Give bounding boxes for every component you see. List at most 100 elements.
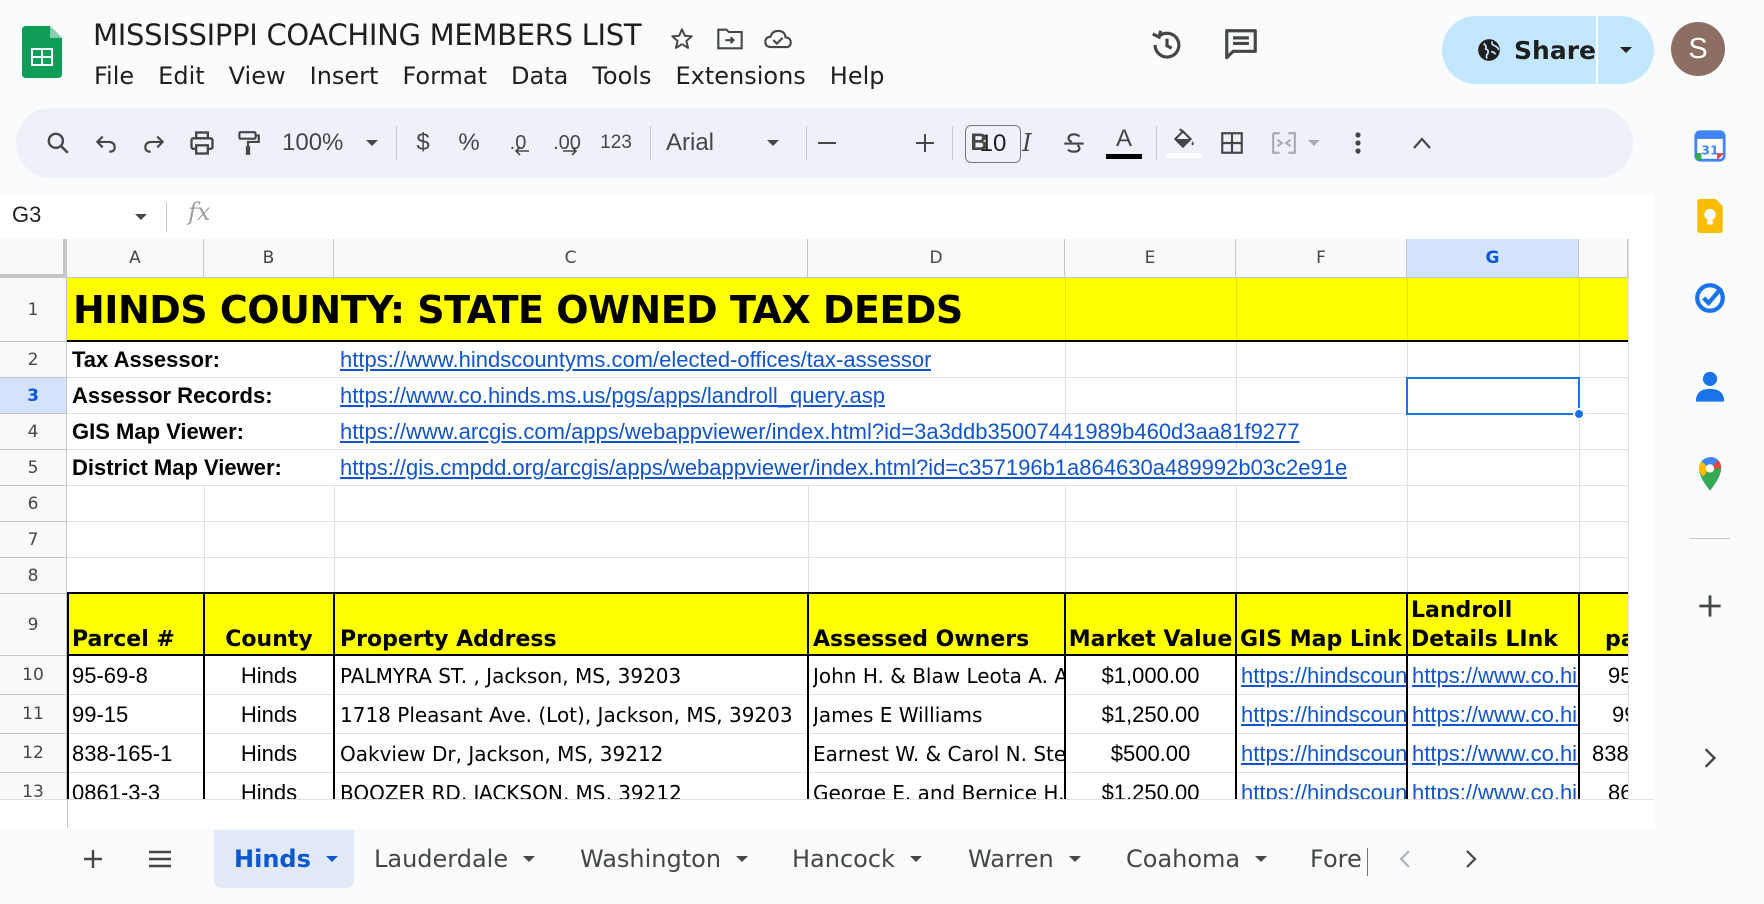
select-all-corner[interactable] bbox=[0, 239, 67, 278]
link-district-map[interactable]: https://gis.cmpdd.org/arcgis/apps/webapp… bbox=[340, 450, 1347, 486]
get-addons-icon[interactable] bbox=[1688, 584, 1732, 628]
column-header-b[interactable]: B bbox=[204, 239, 334, 278]
cell-details-link[interactable]: https://www.co.hinds bbox=[1412, 656, 1578, 695]
cell-address[interactable]: Oakview Dr, Jackson, MS, 39212 bbox=[340, 734, 806, 773]
tab-hancock[interactable]: Hancock bbox=[792, 830, 923, 888]
link-label-tax-assessor[interactable]: Tax Assessor: bbox=[72, 342, 220, 378]
cell-county[interactable]: Hinds bbox=[204, 695, 334, 734]
column-header-c[interactable]: C bbox=[334, 239, 808, 278]
sheets-logo-icon[interactable] bbox=[22, 26, 62, 78]
row-header-12[interactable]: 12 bbox=[0, 734, 67, 773]
cell-col-h[interactable]: 86 bbox=[1608, 773, 1628, 800]
header-property-address[interactable]: Property Address bbox=[340, 622, 557, 656]
row-header-4[interactable]: 4 bbox=[0, 414, 67, 450]
format-percent-button[interactable]: % bbox=[454, 108, 484, 178]
cloud-saved-icon[interactable] bbox=[761, 22, 795, 56]
row-header-13[interactable]: 13 bbox=[0, 773, 67, 799]
menu-file[interactable]: File bbox=[82, 60, 146, 92]
cell-owners[interactable]: James E Williams bbox=[813, 695, 1064, 734]
menu-edit[interactable]: Edit bbox=[146, 60, 216, 92]
header-col-h[interactable]: pa bbox=[1605, 622, 1628, 656]
more-formats-button[interactable]: 123 bbox=[596, 108, 636, 178]
header-gis-map-link[interactable]: GIS Map Link bbox=[1240, 622, 1402, 656]
share-button[interactable]: Share bbox=[1442, 16, 1654, 84]
text-color-button[interactable]: A bbox=[1104, 108, 1144, 178]
tab-washington[interactable]: Washington bbox=[580, 830, 749, 888]
search-menus-icon[interactable] bbox=[38, 108, 78, 178]
share-dropdown-icon[interactable] bbox=[1598, 16, 1654, 84]
link-gis-map[interactable]: https://www.arcgis.com/apps/webappviewer… bbox=[340, 414, 1300, 450]
collapse-toolbar-icon[interactable] bbox=[1402, 108, 1442, 178]
row-header-9[interactable]: 9 bbox=[0, 594, 67, 656]
menu-help[interactable]: Help bbox=[818, 60, 897, 92]
tab-warren[interactable]: Warren bbox=[968, 830, 1082, 888]
link-label-district-map[interactable]: District Map Viewer: bbox=[72, 450, 282, 486]
row-header-6[interactable]: 6 bbox=[0, 486, 67, 522]
column-header-a[interactable]: A bbox=[67, 239, 204, 278]
more-options-icon[interactable] bbox=[1338, 108, 1378, 178]
fill-color-icon[interactable] bbox=[1164, 108, 1204, 178]
cell-county[interactable]: Hinds bbox=[204, 773, 334, 800]
cell-owners[interactable]: John H. & Blaw Leota A. A bbox=[813, 656, 1064, 695]
cell-col-h[interactable]: 99 bbox=[1612, 695, 1628, 734]
cell-market-value[interactable]: $1,000.00 bbox=[1065, 656, 1236, 695]
tab-fore[interactable]: Fore bbox=[1310, 830, 1366, 888]
vertical-scrollbar[interactable] bbox=[1628, 239, 1654, 828]
menu-view[interactable]: View bbox=[217, 60, 298, 92]
cell-county[interactable]: Hinds bbox=[204, 734, 334, 773]
keep-icon[interactable] bbox=[1688, 194, 1732, 238]
link-label-assessor-records[interactable]: Assessor Records: bbox=[72, 378, 273, 414]
selected-cell-g3[interactable] bbox=[1406, 377, 1580, 415]
cell-owners[interactable]: George E. and Bernice H. bbox=[813, 773, 1064, 800]
scroll-tabs-right-icon[interactable] bbox=[1458, 830, 1484, 888]
link-tax-assessor[interactable]: https://www.hindscountyms.com/elected-of… bbox=[340, 342, 931, 378]
cell-details-link[interactable]: https://www.co.hinds bbox=[1412, 773, 1578, 800]
column-header-f[interactable]: F bbox=[1236, 239, 1407, 278]
cell-col-h[interactable]: 838 bbox=[1592, 734, 1628, 773]
tasks-icon[interactable] bbox=[1688, 276, 1732, 320]
tab-hinds[interactable]: Hinds bbox=[214, 830, 354, 888]
format-currency-button[interactable]: $ bbox=[408, 108, 438, 178]
row-header-2[interactable]: 2 bbox=[0, 342, 67, 378]
link-assessor-records[interactable]: https://www.co.hinds.ms.us/pgs/apps/land… bbox=[340, 378, 885, 414]
calendar-icon[interactable]: 31 bbox=[1688, 124, 1732, 168]
header-assessed-owners[interactable]: Assessed Owners bbox=[813, 622, 1029, 656]
row-header-7[interactable]: 7 bbox=[0, 522, 67, 558]
menu-insert[interactable]: Insert bbox=[298, 60, 391, 92]
cell-gis-link[interactable]: https://hindscounty bbox=[1241, 695, 1406, 734]
document-title[interactable]: MISSISSIPPI COACHING MEMBERS LIST bbox=[93, 18, 642, 52]
italic-button[interactable]: I bbox=[1012, 108, 1042, 178]
header-market-value[interactable]: Market Value bbox=[1065, 622, 1236, 656]
sheet-title[interactable]: HINDS COUNTY: STATE OWNED TAX DEEDS bbox=[73, 278, 963, 342]
version-history-icon[interactable] bbox=[1142, 20, 1192, 70]
header-parcel[interactable]: Parcel # bbox=[72, 622, 175, 656]
header-details-link[interactable]: Details LInk bbox=[1411, 623, 1558, 655]
add-sheet-icon[interactable] bbox=[76, 830, 110, 888]
comments-icon[interactable] bbox=[1216, 20, 1266, 70]
redo-icon[interactable] bbox=[134, 108, 174, 178]
row-header-5[interactable]: 5 bbox=[0, 450, 67, 486]
decrease-font-size-icon[interactable] bbox=[816, 108, 838, 178]
header-landroll[interactable]: Landroll bbox=[1411, 594, 1512, 626]
row-header-11[interactable]: 11 bbox=[0, 695, 67, 734]
cell-address[interactable]: BOOZER RD, JACKSON, MS, 39212 bbox=[340, 773, 806, 800]
horizontal-scrollbar[interactable] bbox=[0, 799, 1654, 828]
menu-tools[interactable]: Tools bbox=[580, 60, 663, 92]
avatar[interactable]: S bbox=[1671, 22, 1725, 76]
name-box-dropdown-icon[interactable] bbox=[134, 212, 148, 222]
column-header-e[interactable]: E bbox=[1065, 239, 1236, 278]
cell-gis-link[interactable]: https://hindscounty bbox=[1241, 773, 1406, 800]
column-header-h[interactable] bbox=[1579, 239, 1628, 278]
cell-details-link[interactable]: https://www.co.hinds bbox=[1412, 695, 1578, 734]
column-header-g[interactable]: G bbox=[1407, 239, 1579, 278]
decrease-decimal-button[interactable]: .0 bbox=[500, 108, 536, 178]
font-select[interactable]: Arial bbox=[666, 108, 796, 178]
maps-icon[interactable] bbox=[1688, 452, 1732, 496]
cell-gis-link[interactable]: https://hindscounty bbox=[1241, 734, 1406, 773]
increase-decimal-button[interactable]: .00 bbox=[546, 108, 588, 178]
cell-parcel[interactable]: 95-69-8 bbox=[72, 656, 148, 695]
cell-parcel[interactable]: 838-165-1 bbox=[72, 734, 172, 773]
header-county[interactable]: County bbox=[204, 622, 334, 656]
tab-coahoma[interactable]: Coahoma bbox=[1126, 830, 1268, 888]
row-header-10[interactable]: 10 bbox=[0, 656, 67, 695]
